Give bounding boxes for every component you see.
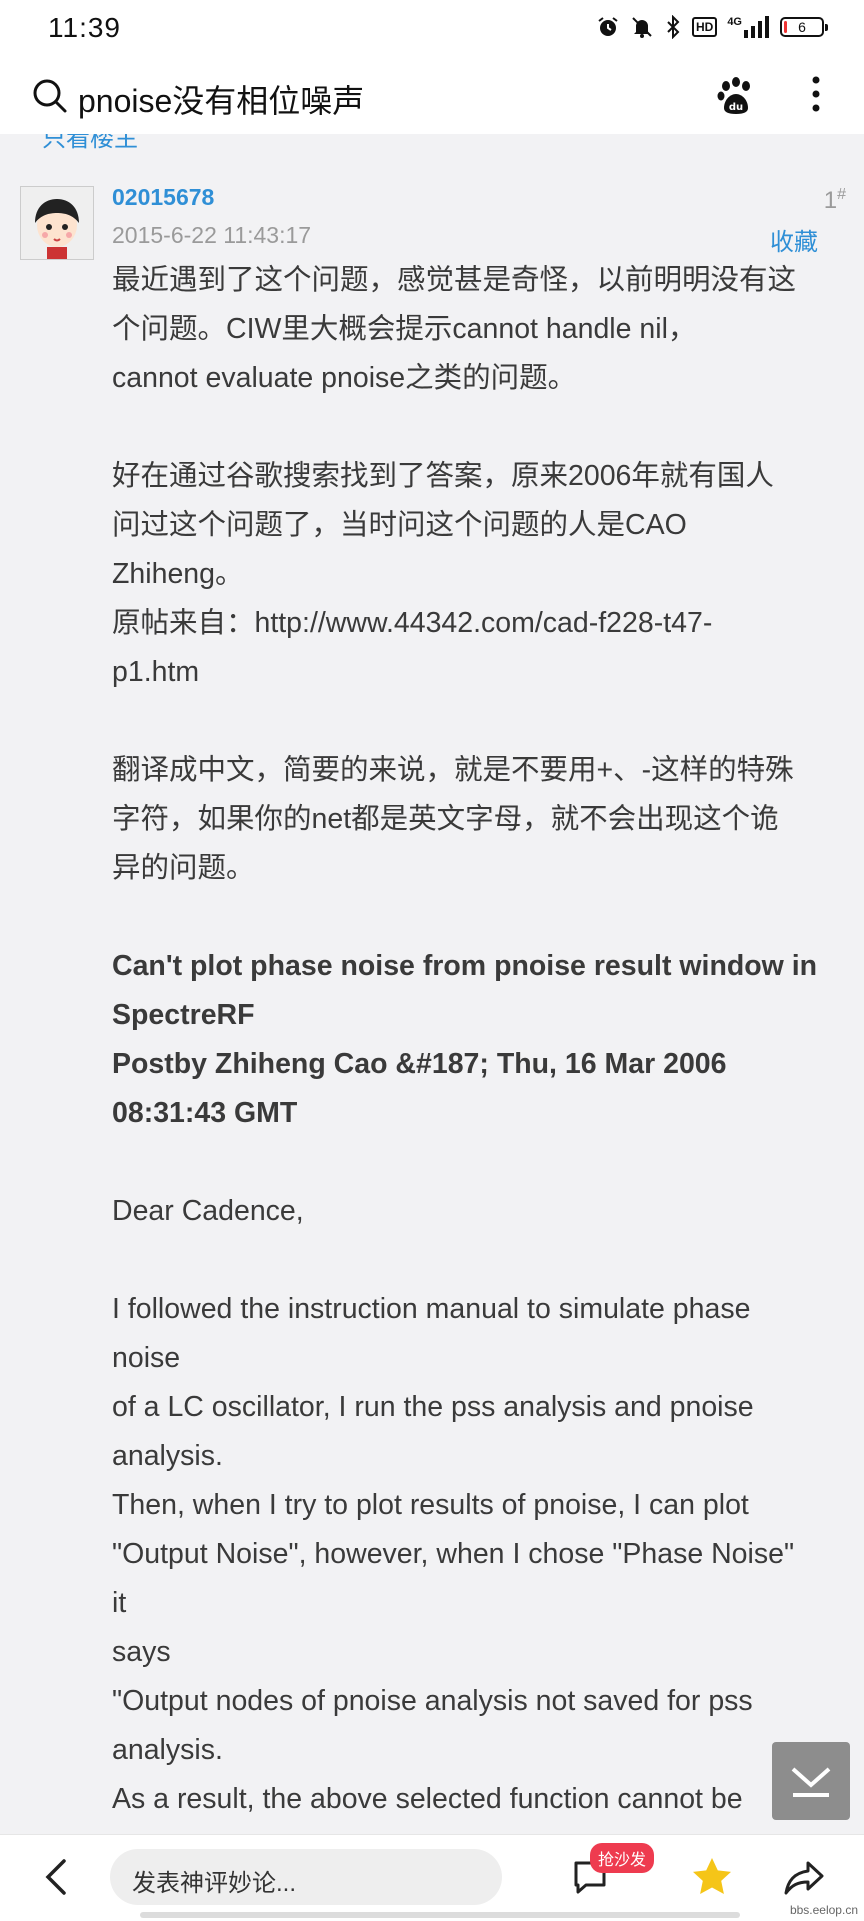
- post-line: I followed the instruction manual to sim…: [112, 1293, 751, 1325]
- mute-bell-icon: [630, 15, 654, 39]
- search-icon[interactable]: [32, 78, 68, 119]
- signal-icon: 4G: [727, 16, 770, 38]
- status-time: 11:39: [48, 12, 121, 43]
- post-content-area: 只看楼主 02015678 2015-6-22 11:43:17 1# 收藏 最…: [0, 134, 864, 1834]
- hd-badge: HD: [691, 17, 718, 37]
- post-line: says: [112, 1636, 171, 1668]
- baidu-paw-icon[interactable]: du: [716, 76, 756, 121]
- post-body: 最近遇到了这个问题，感觉甚是奇怪，以前明明没有这 个问题。CIW里大概会提示can…: [112, 256, 852, 1834]
- back-icon[interactable]: [42, 1857, 70, 1902]
- top-bar: pnoise没有相位噪声 du: [0, 56, 864, 134]
- sofa-badge: 抢沙发: [590, 1843, 655, 1873]
- post-line: [112, 1138, 852, 1187]
- battery-icon: 6: [780, 17, 828, 37]
- post-line: Can't plot phase noise from pnoise resul…: [112, 950, 818, 982]
- post-line: Zhiheng。: [112, 558, 244, 590]
- battery-text: 6: [798, 19, 806, 35]
- post-line: 异的问题。: [112, 852, 255, 884]
- search-query-title[interactable]: pnoise没有相位噪声: [78, 76, 364, 122]
- star-icon[interactable]: [690, 1855, 734, 1904]
- floor-mark: #: [837, 186, 846, 203]
- post-line: [112, 697, 852, 746]
- post-line: As a result, the above selected function…: [112, 1783, 743, 1815]
- post-line: noise: [112, 1342, 181, 1374]
- post-line: cannot evaluate pnoise之类的问题。: [112, 362, 577, 394]
- svg-text:du: du: [729, 102, 743, 113]
- post-line: analysis.: [112, 1734, 223, 1766]
- post-line: 问过这个问题了，当时问这个问题的人是CAO: [112, 509, 687, 541]
- post-line: 最近遇到了这个问题，感觉甚是奇怪，以前明明没有这: [112, 264, 797, 296]
- post-line: it: [112, 1587, 127, 1619]
- post-line: p1.htm: [112, 656, 200, 688]
- bottom-bar: 发表神评妙论... 抢沙发 bbs.eelop.cn: [0, 1834, 864, 1921]
- post-line: 翻译成中文，简要的来说，就是不要用+、-这样的特殊: [112, 754, 794, 786]
- only-op-link[interactable]: 只看楼主: [42, 134, 138, 153]
- post-line: Then, when I try to plot results of pnoi…: [112, 1489, 749, 1521]
- battery-level: [784, 21, 787, 33]
- post-line: evaluated.": [112, 1824, 852, 1834]
- post-line: 字符，如果你的net都是英文字母，就不会出现这个诡: [112, 803, 779, 835]
- bluetooth-icon: [664, 15, 682, 39]
- post-line: "Output Noise", however, when I chose "P…: [112, 1538, 795, 1570]
- network-type: 4G: [727, 16, 742, 28]
- floor-value: 1: [823, 187, 838, 214]
- post-time: 2015-6-22 11:43:17: [112, 222, 312, 248]
- comment-placeholder: 发表神评妙论...: [132, 1870, 297, 1897]
- alarm-icon: [596, 15, 620, 39]
- post-line: SpectreRF: [112, 999, 255, 1031]
- gesture-bar: [140, 1912, 740, 1918]
- post-line: 08:31:43 GMT: [112, 1097, 298, 1129]
- post-line: 好在通过谷歌搜索找到了答案，原来2006年就有国人: [112, 460, 774, 492]
- post-line: of a LC oscillator, I run the pss analys…: [112, 1391, 754, 1423]
- status-icons: HD 4G 6: [596, 12, 828, 42]
- arrow-down-icon: [791, 1767, 831, 1797]
- watermark: bbs.eelop.cn: [789, 1903, 858, 1917]
- post-line: "Output nodes of pnoise analysis not sav…: [112, 1685, 753, 1717]
- post-line: analysis.: [112, 1440, 223, 1472]
- post-line: [112, 1236, 852, 1285]
- status-bar: 11:39 HD 4G 6: [0, 0, 864, 56]
- post-line: 个问题。CIW里大概会提示cannot handle nil，: [112, 313, 697, 345]
- floor-number: 1#: [824, 186, 846, 215]
- share-icon[interactable]: [782, 1855, 826, 1904]
- comment-input[interactable]: 发表神评妙论...: [110, 1849, 502, 1905]
- username[interactable]: 02015678: [112, 184, 214, 211]
- post-line: Postby Zhiheng Cao &#187; Thu, 16 Mar 20…: [112, 1048, 727, 1080]
- post-line: [112, 403, 852, 452]
- favorite-button[interactable]: 收藏: [770, 222, 818, 257]
- avatar[interactable]: [20, 186, 94, 260]
- more-icon[interactable]: [808, 74, 824, 119]
- post-line: [112, 893, 852, 942]
- post-line: 原帖来自：http://www.44342.com/cad-f228-t47-: [112, 607, 713, 639]
- avatar-image: [21, 187, 93, 259]
- scroll-to-bottom-button[interactable]: [772, 1742, 850, 1820]
- post-line: Dear Cadence,: [112, 1195, 304, 1227]
